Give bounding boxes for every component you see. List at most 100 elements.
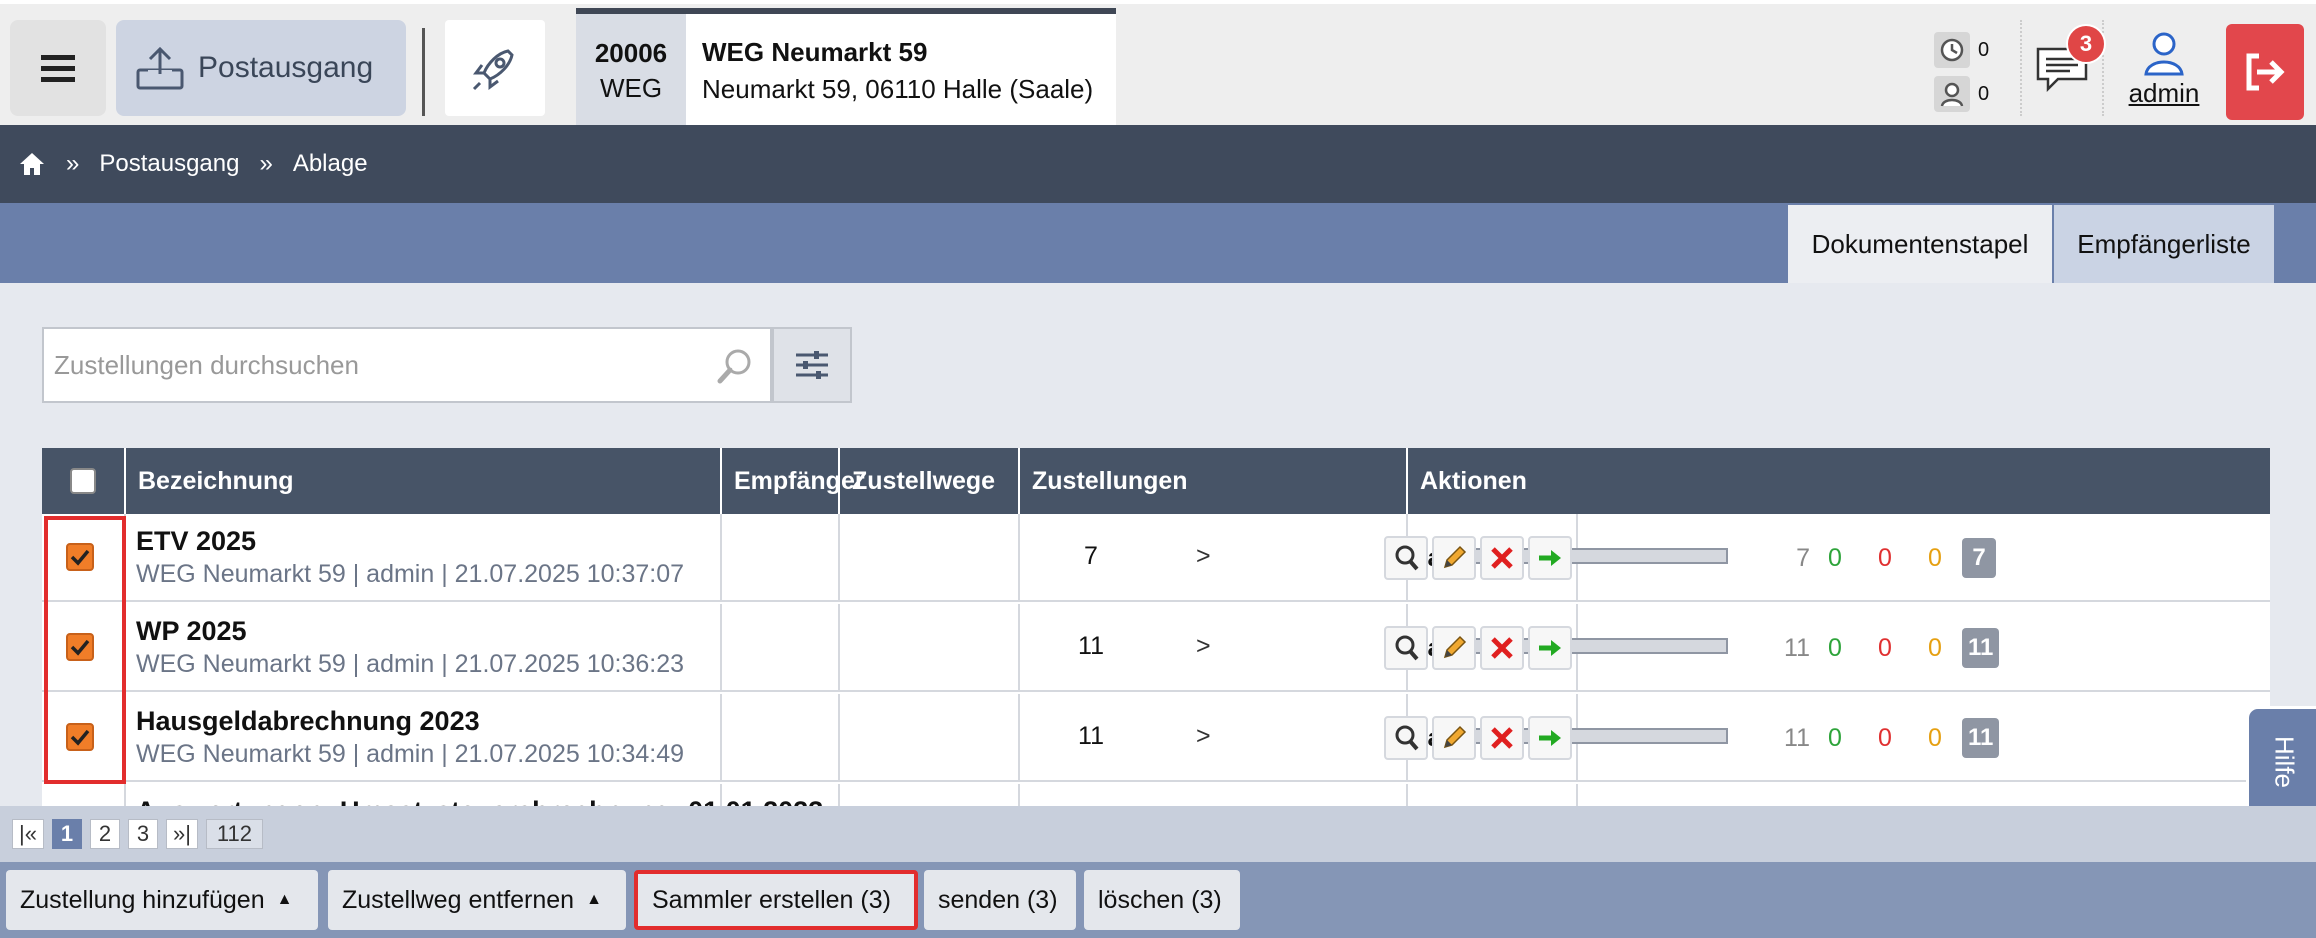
table-row[interactable]: WP 2025 WEG Neumarkt 59 | admin | 21.07.2… bbox=[42, 604, 2270, 692]
module-postausgang-button[interactable]: Postausgang bbox=[116, 20, 406, 116]
selection-highlight bbox=[44, 516, 126, 784]
filter-button[interactable] bbox=[772, 327, 852, 403]
delivery-count-badge: 11 bbox=[1962, 718, 2000, 758]
breadcrumb-ablage: Ablage bbox=[292, 150, 368, 177]
expand-routes-toggle[interactable]: > bbox=[1196, 542, 1211, 571]
delete-row-button[interactable] bbox=[1480, 716, 1524, 760]
successful-deliveries: 0 bbox=[1828, 544, 1842, 572]
object-code: 20006 bbox=[594, 38, 668, 68]
rocket-icon bbox=[472, 49, 514, 91]
module-label: Postausgang bbox=[198, 51, 374, 84]
search-icon bbox=[1395, 545, 1419, 571]
add-delivery-label: Zustellung hinzufügen bbox=[20, 885, 265, 914]
view-button[interactable] bbox=[1384, 716, 1428, 760]
send-row-button[interactable] bbox=[1528, 626, 1572, 670]
column-divider bbox=[720, 514, 722, 602]
column-divider bbox=[1406, 784, 1408, 806]
page-last[interactable]: »| bbox=[165, 819, 198, 849]
recipient-count: 11 bbox=[1078, 632, 1104, 660]
arrow-right-icon bbox=[1539, 640, 1561, 656]
row-subtitle: WEG Neumarkt 59 | admin | 21.07.2025 10:… bbox=[136, 650, 685, 678]
recipient-count: 11 bbox=[1078, 722, 1104, 750]
delete-row-button[interactable] bbox=[1480, 626, 1524, 670]
page-1[interactable]: 1 bbox=[51, 819, 82, 849]
view-button[interactable] bbox=[1384, 626, 1428, 670]
col-bezeichnung[interactable]: Bezeichnung bbox=[126, 448, 722, 514]
pending-deliveries: 0 bbox=[1928, 634, 1942, 662]
object-selector[interactable]: 20006 WEG WEG Neumarkt 59 Neumarkt 59, 0… bbox=[576, 8, 1116, 128]
object-type: WEG bbox=[599, 73, 663, 103]
x-icon bbox=[1491, 547, 1513, 569]
select-all-checkbox[interactable] bbox=[70, 468, 96, 494]
delete-row-button[interactable] bbox=[1480, 536, 1524, 580]
table-row[interactable]: Auswertungen: Umsatzsteuerabrechnung: 01… bbox=[42, 784, 2270, 806]
total-deliveries: 11 bbox=[1784, 634, 1810, 662]
table-header: Bezeichnung Empfänger Zustellwege Zustel… bbox=[42, 448, 2270, 514]
pencil-icon bbox=[1443, 635, 1467, 659]
create-collector-button[interactable]: Sammler erstellen (3) bbox=[634, 870, 918, 930]
send-row-button[interactable] bbox=[1528, 716, 1572, 760]
search-icon bbox=[1395, 635, 1419, 661]
delete-label: löschen (3) bbox=[1098, 885, 1222, 914]
total-deliveries: 7 bbox=[1796, 544, 1810, 572]
delete-button[interactable]: löschen (3) bbox=[1084, 870, 1240, 930]
x-icon bbox=[1491, 637, 1513, 659]
breadcrumb-postausgang[interactable]: Postausgang bbox=[99, 150, 239, 178]
row-title[interactable]: ETV 2025 bbox=[136, 526, 256, 557]
user-profile[interactable]: admin bbox=[2112, 28, 2216, 120]
clock-counter[interactable]: 0 bbox=[1934, 28, 2004, 72]
add-delivery-button[interactable]: Zustellung hinzufügen ▲ bbox=[6, 870, 318, 930]
tab-dokumentenstapel[interactable]: Dokumentenstapel bbox=[1788, 205, 2052, 283]
page-3[interactable]: 3 bbox=[127, 819, 158, 849]
column-divider bbox=[838, 694, 840, 782]
failed-deliveries: 0 bbox=[1878, 634, 1892, 662]
total-count: 112 bbox=[205, 819, 263, 849]
user-clock-counter[interactable]: 0 bbox=[1934, 72, 2004, 116]
send-row-button[interactable] bbox=[1528, 536, 1572, 580]
pencil-icon bbox=[1443, 725, 1467, 749]
messages-badge: 3 bbox=[2066, 24, 2106, 64]
home-icon[interactable] bbox=[18, 151, 46, 177]
remove-route-button[interactable]: Zustellweg entfernen ▲ bbox=[328, 870, 626, 930]
recipient-count: 7 bbox=[1084, 542, 1098, 570]
page-first[interactable]: |« bbox=[12, 819, 44, 849]
expand-routes-toggle[interactable]: > bbox=[1196, 632, 1211, 661]
messages-button[interactable]: 3 bbox=[2020, 20, 2106, 116]
edit-button[interactable] bbox=[1432, 716, 1476, 760]
row-title[interactable]: Auswertungen: Umsatzsteuerabrechnung: 01… bbox=[136, 796, 823, 806]
menu-button[interactable] bbox=[10, 20, 106, 116]
rocket-button[interactable] bbox=[445, 20, 545, 116]
pending-deliveries: 0 bbox=[1928, 724, 1942, 752]
send-button[interactable]: senden (3) bbox=[924, 870, 1076, 930]
delivery-count-badge: 11 bbox=[1962, 628, 2000, 668]
row-title[interactable]: WP 2025 bbox=[136, 616, 247, 647]
status-counters: 0 0 bbox=[1934, 28, 2004, 118]
edit-button[interactable] bbox=[1432, 626, 1476, 670]
expand-routes-toggle[interactable]: > bbox=[1196, 722, 1211, 751]
col-zustellwege[interactable]: Zustellwege bbox=[840, 448, 1020, 514]
view-button[interactable] bbox=[1384, 536, 1428, 580]
table-row[interactable]: Hausgeldabrechnung 2023 WEG Neumarkt 59 |… bbox=[42, 694, 2270, 782]
tab-bar: Dokumentenstapel Empfängerliste bbox=[0, 203, 2316, 283]
caret-up-icon: ▲ bbox=[586, 891, 602, 908]
user-name-link[interactable]: admin bbox=[2129, 78, 2200, 109]
col-zustellungen[interactable]: Zustellungen bbox=[1020, 448, 1408, 514]
edit-button[interactable] bbox=[1432, 536, 1476, 580]
object-name: WEG Neumarkt 59 bbox=[702, 37, 928, 67]
top-header: Postausgang 20006 WEG WEG Neumarkt 59 Ne… bbox=[0, 0, 2316, 128]
pencil-icon bbox=[1443, 545, 1467, 569]
col-empfaenger[interactable]: Empfänger bbox=[722, 448, 865, 514]
logout-button[interactable] bbox=[2226, 24, 2304, 120]
object-code-box: 20006 WEG bbox=[576, 14, 686, 128]
help-tab[interactable]: Hilfe bbox=[2246, 706, 2316, 818]
row-title[interactable]: Hausgeldabrechnung 2023 bbox=[136, 706, 480, 737]
search-icon[interactable] bbox=[716, 347, 754, 385]
col-aktionen: Aktionen bbox=[1420, 466, 1527, 495]
arrow-right-icon bbox=[1539, 550, 1561, 566]
tab-empfaengerliste[interactable]: Empfängerliste bbox=[2054, 205, 2274, 283]
search-input[interactable] bbox=[54, 349, 694, 381]
pagination: |« 1 2 3 »| 112 bbox=[0, 806, 2316, 862]
table-row[interactable]: ETV 2025 WEG Neumarkt 59 | admin | 21.07.… bbox=[42, 514, 2270, 602]
header-divider bbox=[422, 28, 425, 116]
page-2[interactable]: 2 bbox=[89, 819, 120, 849]
